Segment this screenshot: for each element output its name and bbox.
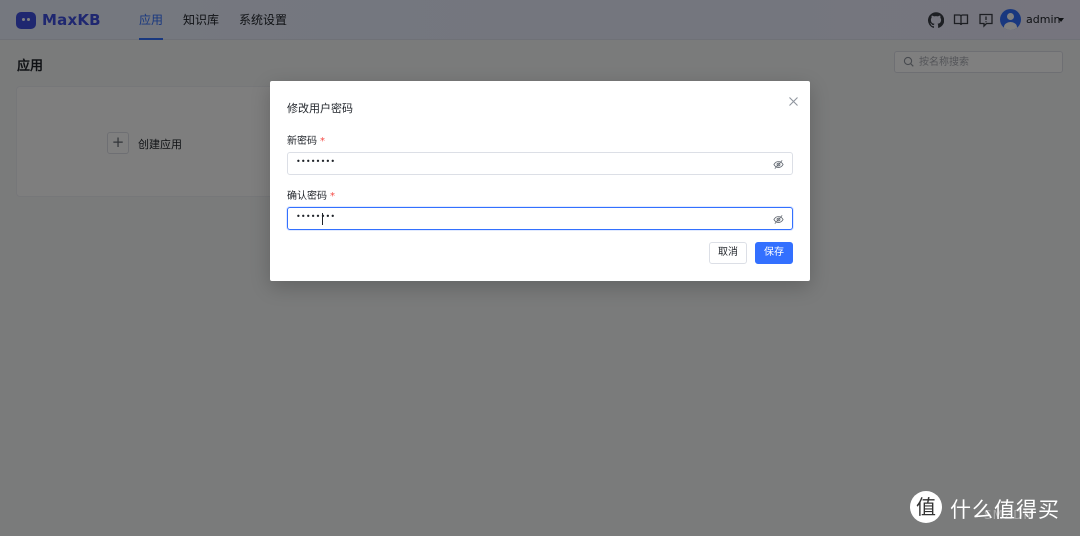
close-icon[interactable] [788, 96, 799, 107]
eye-off-icon[interactable] [773, 159, 784, 170]
confirm-password-value: •••••••• [296, 212, 336, 221]
text-cursor [322, 213, 323, 225]
required-mark: * [320, 136, 325, 147]
watermark-sub: SMZDM [984, 508, 1035, 522]
new-password-value: •••••••• [296, 157, 336, 166]
new-password-input[interactable]: •••••••• [287, 152, 793, 175]
eye-off-icon[interactable] [773, 214, 784, 225]
required-mark: * [330, 191, 335, 202]
cancel-button[interactable]: 取消 [709, 242, 747, 264]
dialog-title: 修改用户密码 [287, 102, 353, 115]
confirm-password-label: 确认密码 * [287, 191, 335, 202]
change-password-dialog: 修改用户密码 新密码 * •••••••• 确认密码 * •••••••• 取消… [270, 81, 810, 281]
new-password-label: 新密码 * [287, 136, 325, 147]
watermark-badge: 值 [910, 491, 942, 523]
save-button[interactable]: 保存 [755, 242, 793, 264]
app-root: MaxKB 应用 知识库 系统设置 admin 应用 + 创建应用 [0, 0, 1080, 536]
confirm-password-input[interactable]: •••••••• [287, 207, 793, 230]
watermark: 值 什么值得买 SMZDM [910, 491, 1075, 525]
